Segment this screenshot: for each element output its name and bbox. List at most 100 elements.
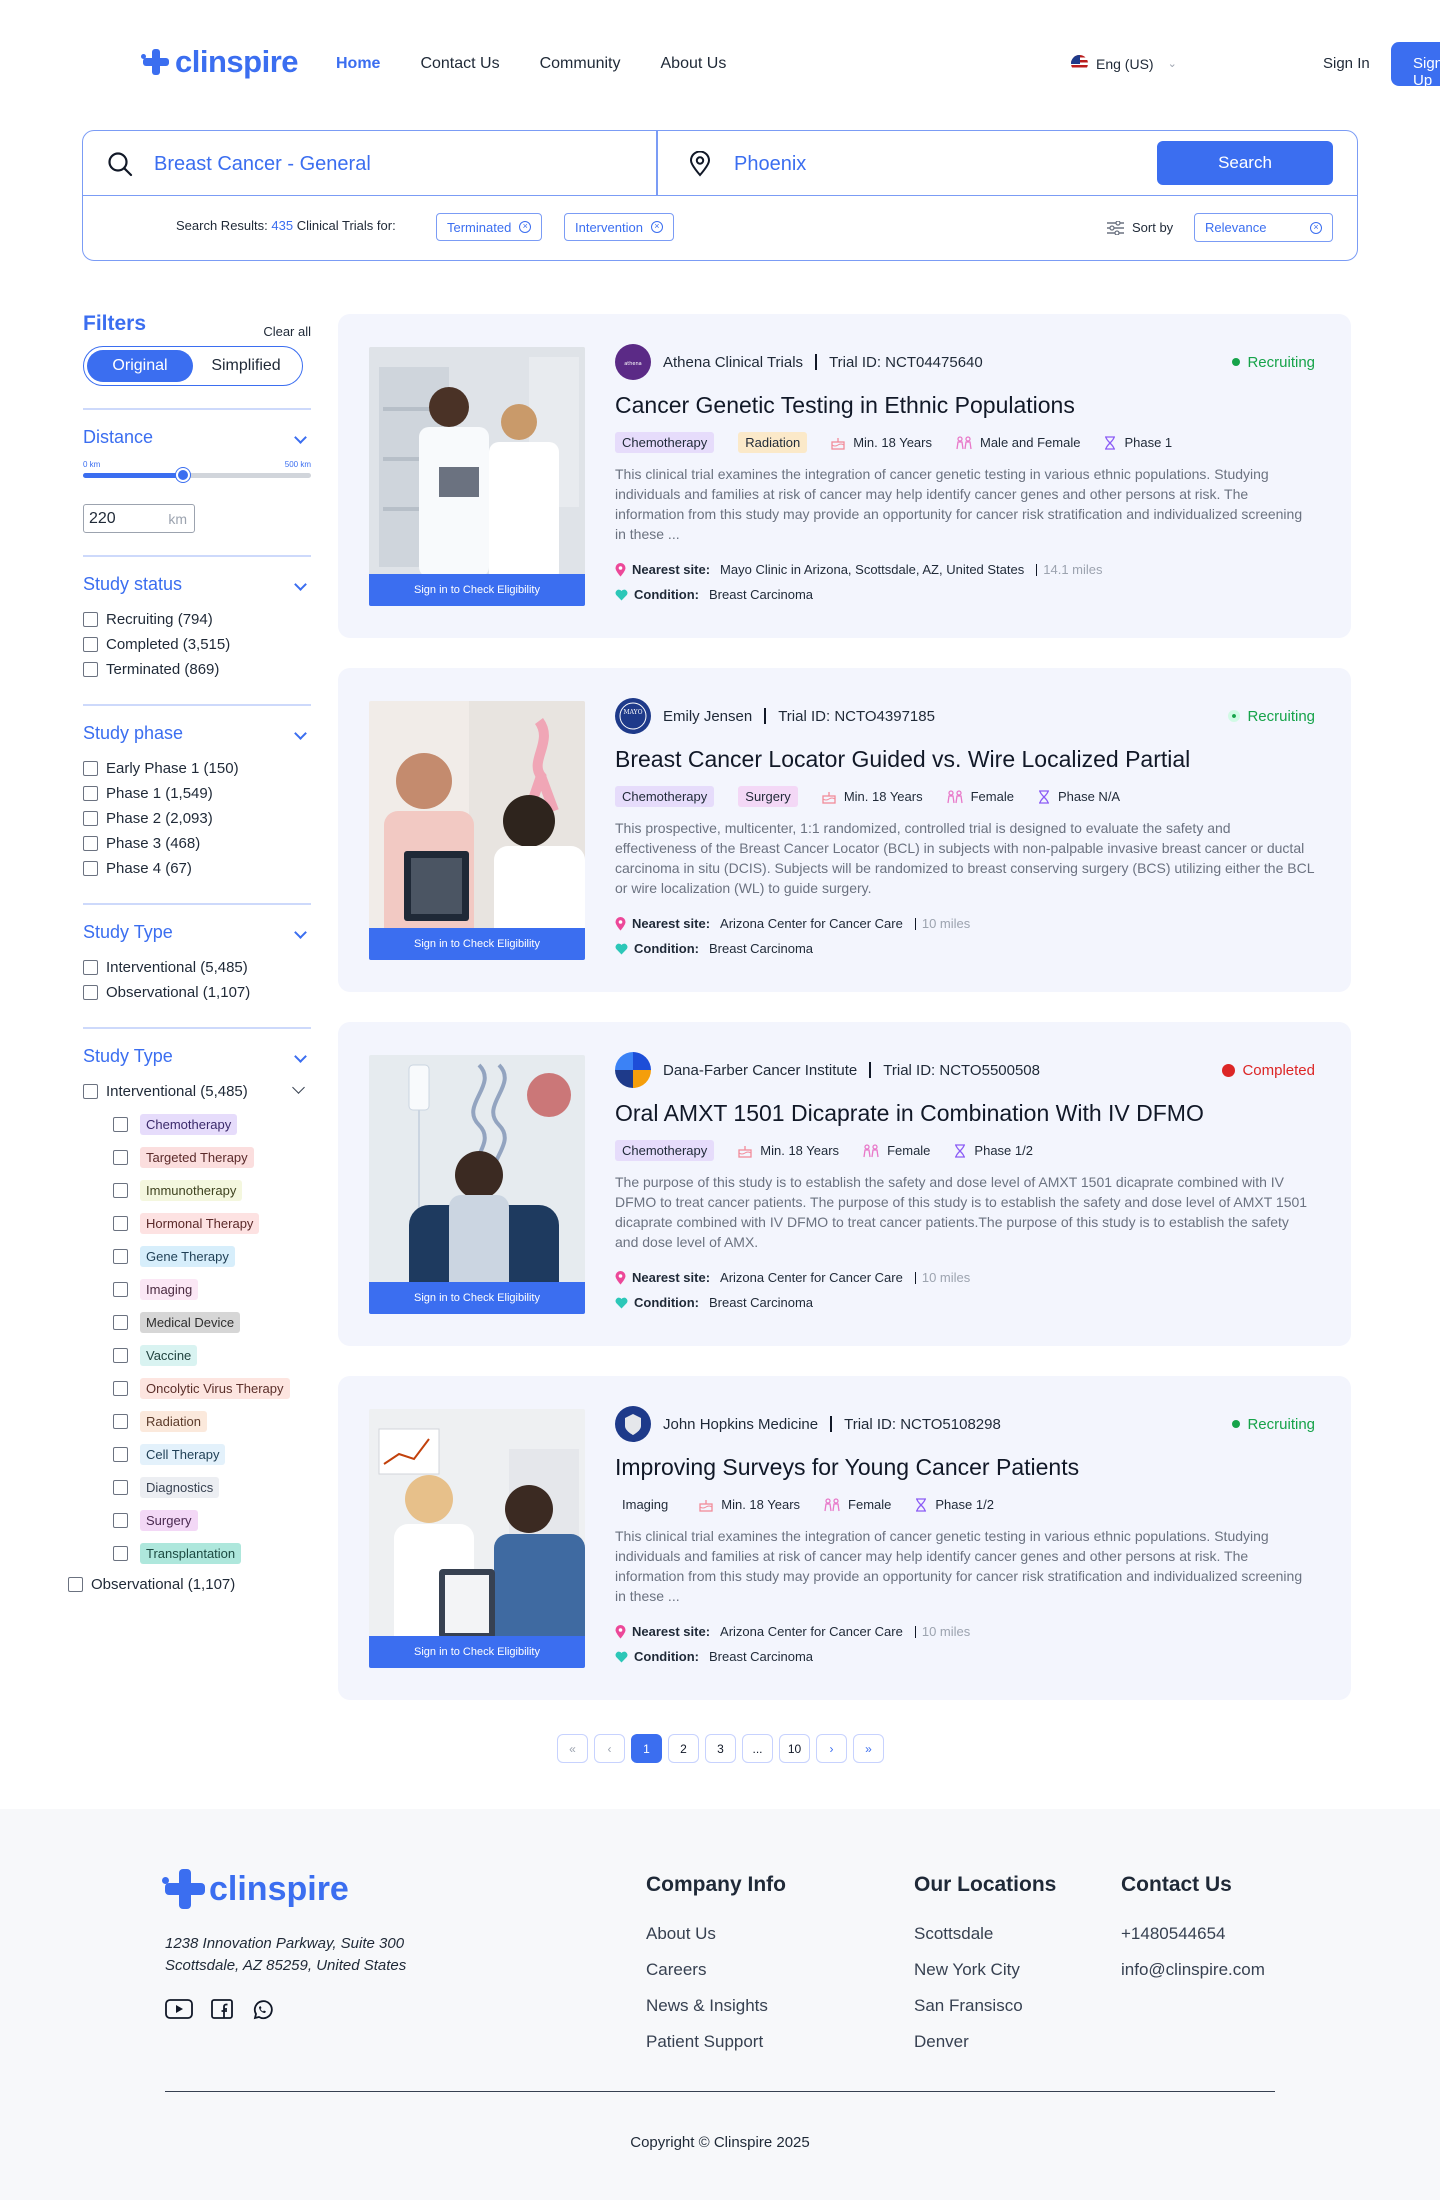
page-button[interactable]: 1 bbox=[631, 1734, 662, 1763]
checkbox[interactable] bbox=[113, 1546, 128, 1561]
tag-checkbox-row[interactable]: Immunotherapy bbox=[113, 1174, 311, 1207]
checkbox[interactable] bbox=[113, 1150, 128, 1165]
checkbox[interactable] bbox=[83, 786, 98, 801]
footer-link[interactable]: New York City bbox=[914, 1960, 1056, 1980]
tag-checkbox-row[interactable]: Vaccine bbox=[113, 1339, 311, 1372]
tag-checkbox-row[interactable]: Diagnostics bbox=[113, 1471, 311, 1504]
sign-in-link[interactable]: Sign In bbox=[1323, 55, 1370, 72]
language-selector[interactable]: Eng (US) ⌄ bbox=[1071, 55, 1177, 72]
page-button[interactable]: 2 bbox=[668, 1734, 699, 1763]
checkbox[interactable] bbox=[113, 1480, 128, 1495]
footer-link[interactable]: About Us bbox=[646, 1924, 786, 1944]
checkbox[interactable] bbox=[113, 1315, 128, 1330]
org-name[interactable]: Dana-Farber Cancer Institute bbox=[663, 1062, 857, 1079]
footer-link[interactable]: Patient Support bbox=[646, 2032, 786, 2052]
sort-select[interactable]: Relevance × bbox=[1194, 213, 1333, 242]
checkbox-row[interactable]: Observational (1,107) bbox=[68, 1572, 311, 1597]
checkbox[interactable] bbox=[83, 960, 98, 975]
checkbox[interactable] bbox=[113, 1282, 128, 1297]
nav-home[interactable]: Home bbox=[336, 55, 380, 73]
org-name[interactable]: Emily Jensen bbox=[663, 708, 752, 725]
trial-card[interactable]: Sign in to Check Eligibility Dana-Farber … bbox=[338, 1022, 1351, 1346]
checkbox-row[interactable]: Interventional (5,485) bbox=[83, 1079, 311, 1104]
checkbox[interactable] bbox=[113, 1216, 128, 1231]
toggle-original[interactable]: Original bbox=[87, 350, 193, 382]
checkbox[interactable] bbox=[113, 1447, 128, 1462]
whatsapp-icon[interactable] bbox=[251, 1999, 273, 2021]
tag-checkbox-row[interactable]: Imaging bbox=[113, 1273, 311, 1306]
check-eligibility-button[interactable]: Sign in to Check Eligibility bbox=[369, 1636, 585, 1668]
checkbox-row[interactable]: Phase 2 (2,093) bbox=[83, 806, 311, 831]
footer-link[interactable]: Scottsdale bbox=[914, 1924, 1056, 1944]
close-icon[interactable]: × bbox=[650, 221, 663, 233]
trial-title[interactable]: Cancer Genetic Testing in Ethnic Populat… bbox=[615, 392, 1075, 419]
prev-page-button[interactable]: ‹ bbox=[594, 1734, 625, 1763]
email-link[interactable]: info@clinspire.com bbox=[1121, 1960, 1265, 1980]
footer-link[interactable]: San Fransisco bbox=[914, 1996, 1056, 2016]
checkbox[interactable] bbox=[113, 1249, 128, 1264]
checkbox[interactable] bbox=[83, 811, 98, 826]
tag-checkbox-row[interactable]: Chemotherapy bbox=[113, 1108, 311, 1141]
section-title[interactable]: Distance bbox=[83, 427, 311, 448]
clear-all-link[interactable]: Clear all bbox=[263, 324, 311, 339]
checkbox[interactable] bbox=[83, 836, 98, 851]
last-page-button[interactable]: » bbox=[853, 1734, 884, 1763]
close-icon[interactable]: × bbox=[1310, 222, 1322, 234]
next-page-button[interactable]: › bbox=[816, 1734, 847, 1763]
section-title[interactable]: Study Type bbox=[83, 922, 311, 943]
tag-checkbox-row[interactable]: Oncolytic Virus Therapy bbox=[113, 1372, 311, 1405]
checkbox-row[interactable]: Phase 4 (67) bbox=[83, 856, 311, 881]
sign-up-button[interactable]: Sign Up bbox=[1391, 42, 1440, 86]
checkbox[interactable] bbox=[83, 985, 98, 1000]
checkbox-row[interactable]: Interventional (5,485) bbox=[83, 955, 311, 980]
checkbox[interactable] bbox=[113, 1414, 128, 1429]
check-eligibility-button[interactable]: Sign in to Check Eligibility bbox=[369, 574, 585, 606]
checkbox[interactable] bbox=[113, 1117, 128, 1132]
nav-about[interactable]: About Us bbox=[661, 55, 727, 73]
nav-community[interactable]: Community bbox=[540, 55, 621, 73]
close-icon[interactable]: × bbox=[519, 221, 532, 233]
page-button[interactable]: 3 bbox=[705, 1734, 736, 1763]
page-button[interactable]: 10 bbox=[779, 1734, 810, 1763]
trial-title[interactable]: Oral AMXT 1501 Dicaprate in Combination … bbox=[615, 1100, 1204, 1127]
site-name[interactable]: Arizona Center for Cancer Care bbox=[720, 916, 903, 931]
section-title[interactable]: Study phase bbox=[83, 723, 311, 744]
tag-checkbox-row[interactable]: Surgery bbox=[113, 1504, 311, 1537]
trial-card[interactable]: Sign in to Check Eligibility MAYO Emily Je… bbox=[338, 668, 1351, 992]
first-page-button[interactable]: « bbox=[557, 1734, 588, 1763]
tag-checkbox-row[interactable]: Gene Therapy bbox=[113, 1240, 311, 1273]
filter-chip-intervention[interactable]: Intervention × bbox=[564, 213, 674, 241]
checkbox-row[interactable]: Terminated (869) bbox=[83, 657, 311, 682]
footer-link[interactable]: Careers bbox=[646, 1960, 786, 1980]
checkbox[interactable] bbox=[83, 761, 98, 776]
chevron-down-icon[interactable] bbox=[292, 1081, 305, 1094]
trial-card[interactable]: Sign in to Check Eligibility athena Athena… bbox=[338, 314, 1351, 638]
trial-card[interactable]: Sign in to Check Eligibility John Hopkins… bbox=[338, 1376, 1351, 1700]
checkbox-row[interactable]: Early Phase 1 (150) bbox=[83, 756, 311, 781]
checkbox[interactable] bbox=[83, 662, 98, 677]
location-input[interactable]: Phoenix bbox=[734, 153, 806, 176]
brand-logo[interactable]: clinspire bbox=[141, 44, 299, 80]
slider-handle[interactable] bbox=[176, 468, 191, 482]
checkbox[interactable] bbox=[113, 1513, 128, 1528]
phone-link[interactable]: +1480544654 bbox=[1121, 1924, 1265, 1944]
site-name[interactable]: Arizona Center for Cancer Care bbox=[720, 1624, 903, 1639]
tag-checkbox-row[interactable]: Medical Device bbox=[113, 1306, 311, 1339]
checkbox-row[interactable]: Recruiting (794) bbox=[83, 607, 311, 632]
site-name[interactable]: Arizona Center for Cancer Care bbox=[720, 1270, 903, 1285]
checkbox[interactable] bbox=[113, 1381, 128, 1396]
checkbox-row[interactable]: Phase 1 (1,549) bbox=[83, 781, 311, 806]
check-eligibility-button[interactable]: Sign in to Check Eligibility bbox=[369, 1282, 585, 1314]
section-title[interactable]: Study status bbox=[83, 574, 311, 595]
toggle-simplified[interactable]: Simplified bbox=[193, 350, 299, 382]
checkbox[interactable] bbox=[113, 1348, 128, 1363]
checkbox[interactable] bbox=[68, 1577, 83, 1592]
checkbox[interactable] bbox=[83, 612, 98, 627]
tag-checkbox-row[interactable]: Cell Therapy bbox=[113, 1438, 311, 1471]
distance-slider[interactable]: 0 km 500 km bbox=[83, 460, 311, 482]
filter-chip-terminated[interactable]: Terminated × bbox=[436, 213, 543, 241]
trial-title[interactable]: Improving Surveys for Young Cancer Patie… bbox=[615, 1454, 1079, 1481]
site-name[interactable]: Mayo Clinic in Arizona, Scottsdale, AZ, … bbox=[720, 562, 1024, 577]
tag-checkbox-row[interactable]: Targeted Therapy bbox=[113, 1141, 311, 1174]
footer-link[interactable]: Denver bbox=[914, 2032, 1056, 2052]
